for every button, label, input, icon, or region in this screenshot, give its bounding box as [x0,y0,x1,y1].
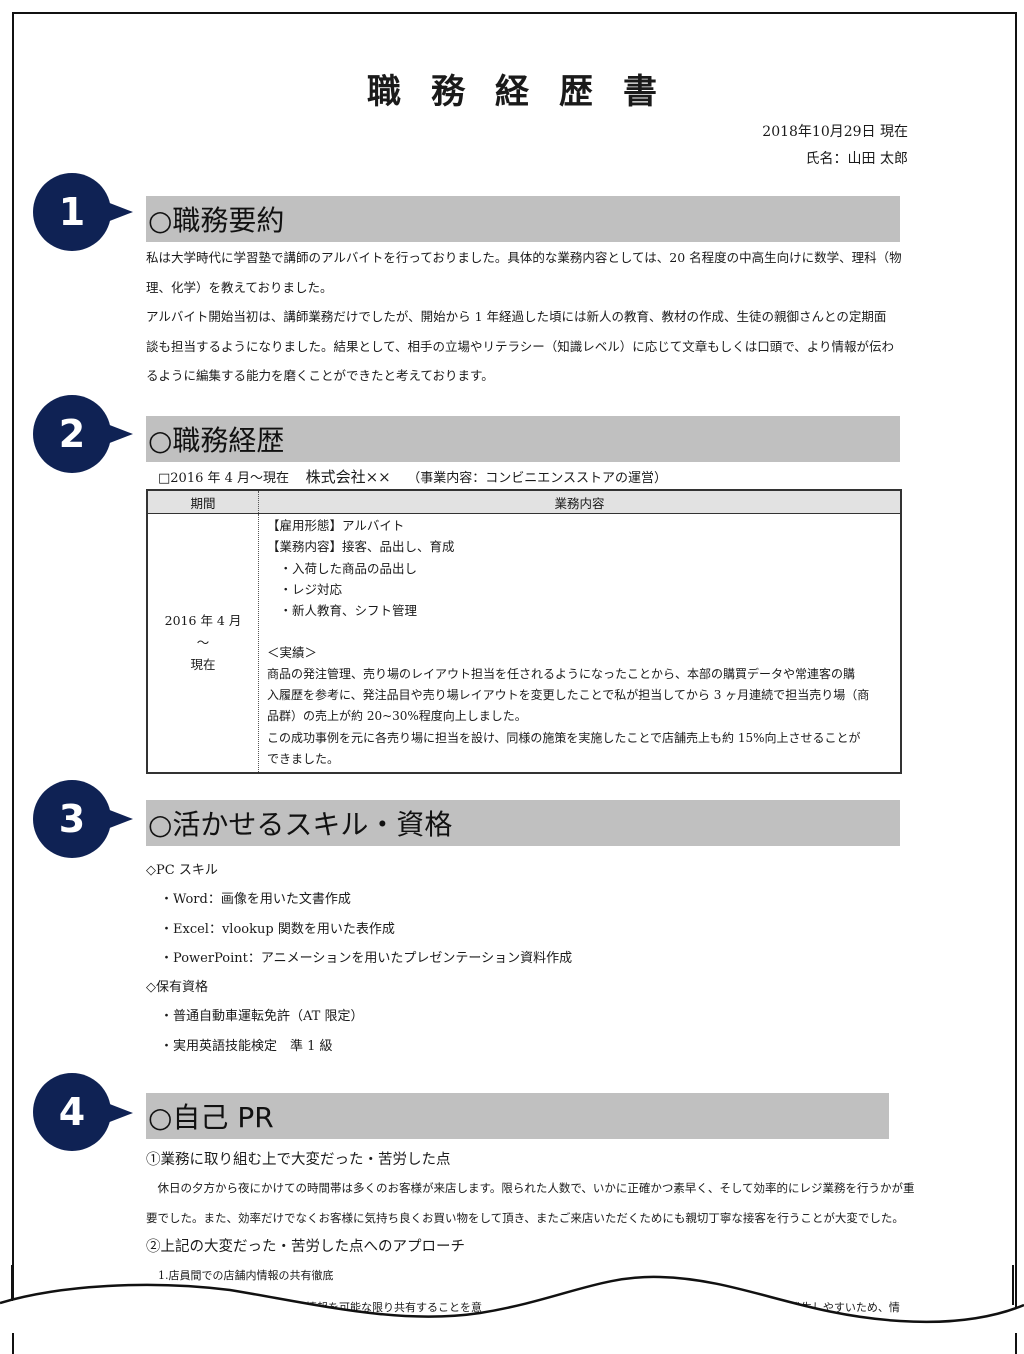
content-line: 商品の発注管理、売り場のレイアウト担当を任されるようになったことから、本部の購買… [267,666,856,681]
content-line: ・レジ対応 [267,581,343,597]
section-heading-career: ○職務経歴 [146,416,900,462]
content-cell: 【雇用形態】アルバイト 【業務内容】接客、品出し、育成 ・入荷した商品の品出し … [259,514,902,774]
content-line: ・入荷した商品の品出し [267,560,418,576]
pr-line: 休日の夕方から夜にかけての時間帯は多くのお客様が来店します。限られた人数で、いか… [146,1181,915,1195]
skill-item: ・Word：画像を用いた文書作成 [160,892,351,908]
section-2-badge: 2 [33,395,111,473]
skill-item: ・Excel：vlookup 関数を用いた表作成 [160,921,395,937]
section-heading-self-pr: ○自己 PR [146,1093,889,1139]
summary-line: 私は大学時代に学習塾で講師のアルバイトを行っておりました。具体的な業務内容として… [146,250,902,265]
badge-pointer-icon [107,1103,133,1123]
section-heading-summary: ○職務要約 [146,196,900,242]
section-number: 3 [58,797,86,841]
summary-line: るように編集する能力を磨くことができたと考えております。 [146,368,494,383]
content-line: 入履歴を参考に、発注品目や売り場レイアウトを変更したことで私が担当してから 3 … [267,688,870,703]
skill-item: ・PowerPoint：アニメーションを用いたプレゼンテーション資料作成 [160,950,573,966]
section-number: 4 [58,1090,86,1134]
document-title: 職務経歴書 [367,72,687,112]
content-line: 品群）の売上が約 20~30%程度向上しました。 [267,709,527,724]
content-line: ＜実績＞ [267,645,318,661]
section-heading-skills: ○活かせるスキル・資格 [146,800,900,846]
badge-pointer-icon [107,424,133,444]
document-date: 2018年10月29日 現在 [762,124,908,140]
company-name: 株式会社×× [305,468,391,486]
period-separator: ～ [196,635,210,651]
badge-pointer-icon [107,809,133,829]
career-table: 期間 業務内容 2016 年 4 月 ～ 現在 【雇用形態】アルバイト 【業務内… [146,489,902,775]
qualification-item: ・普通自動車運転免許（AT 限定） [160,1009,364,1025]
pr-subheading: ①業務に取り組む上で大変だった・苦労した点 [146,1152,451,1168]
section-4-badge: 4 [33,1073,111,1151]
content-line: この成功事例を元に各売り場に担当を設け、同様の施策を実施したことで店舗売上も約 … [267,730,861,745]
table-header-row: 期間 業務内容 [147,490,901,514]
content-line: 【雇用形態】アルバイト [267,518,405,533]
applicant-name: 氏名：山田 太郎 [805,151,908,167]
qualification-group-label: ◇保有資格 [146,980,208,996]
skill-group-label: ◇PC スキル [146,863,218,878]
career-entry-header: □2016 年 4 月～現在 株式会社×× （事業内容：コンビニエンスストアの運… [158,466,667,487]
column-header-period: 期間 [147,490,259,514]
skills-list: ◇PC スキル ・Word：画像を用いた文書作成 ・Excel：vlookup … [146,856,572,1061]
section-number: 2 [58,412,86,456]
summary-line: 理、化学）を教えておりました。 [146,279,333,295]
career-period: □2016 年 4 月～現在 [158,471,290,486]
summary-line: 談も担当するようになりました。結果として、相手の立場やリテラシー（知識レベル）に… [146,338,895,354]
summary-line: アルバイト開始当初は、講師業務だけでしたが、開始から 1 年経過した頃には新人の… [146,309,887,324]
section-number: 1 [58,190,86,234]
pr-subheading: ②上記の大変だった・苦労した点へのアプローチ [146,1239,465,1255]
pr-line: 要でした。また、効率だけでなくお客様に気持ち良くお買い物をして頂き、またご来店い… [146,1210,904,1225]
summary-body: 私は大学時代に学習塾で講師のアルバイトを行っておりました。具体的な業務内容として… [146,243,910,391]
qualification-item: ・実用英語技能検定 準 1 級 [160,1038,333,1054]
period-cell: 2016 年 4 月 ～ 現在 [147,513,259,774]
page-cut-wave [0,1265,1024,1333]
content-line: ・新人教育、シフト管理 [267,603,418,619]
business-description: （事業内容：コンビニエンスストアの運営） [407,471,667,486]
content-line [267,621,892,642]
section-3-badge: 3 [33,780,111,858]
period-end: 現在 [190,657,216,673]
section-1-badge: 1 [33,173,111,251]
content-line: 【業務内容】接客、品出し、育成 [267,539,455,555]
column-header-content: 業務内容 [258,490,901,514]
table-row: 2016 年 4 月 ～ 現在 【雇用形態】アルバイト 【業務内容】接客、品出し… [147,513,902,774]
badge-pointer-icon [107,202,133,222]
period-start: 2016 年 4 月 [164,613,242,629]
content-line: できました。 [267,751,340,766]
